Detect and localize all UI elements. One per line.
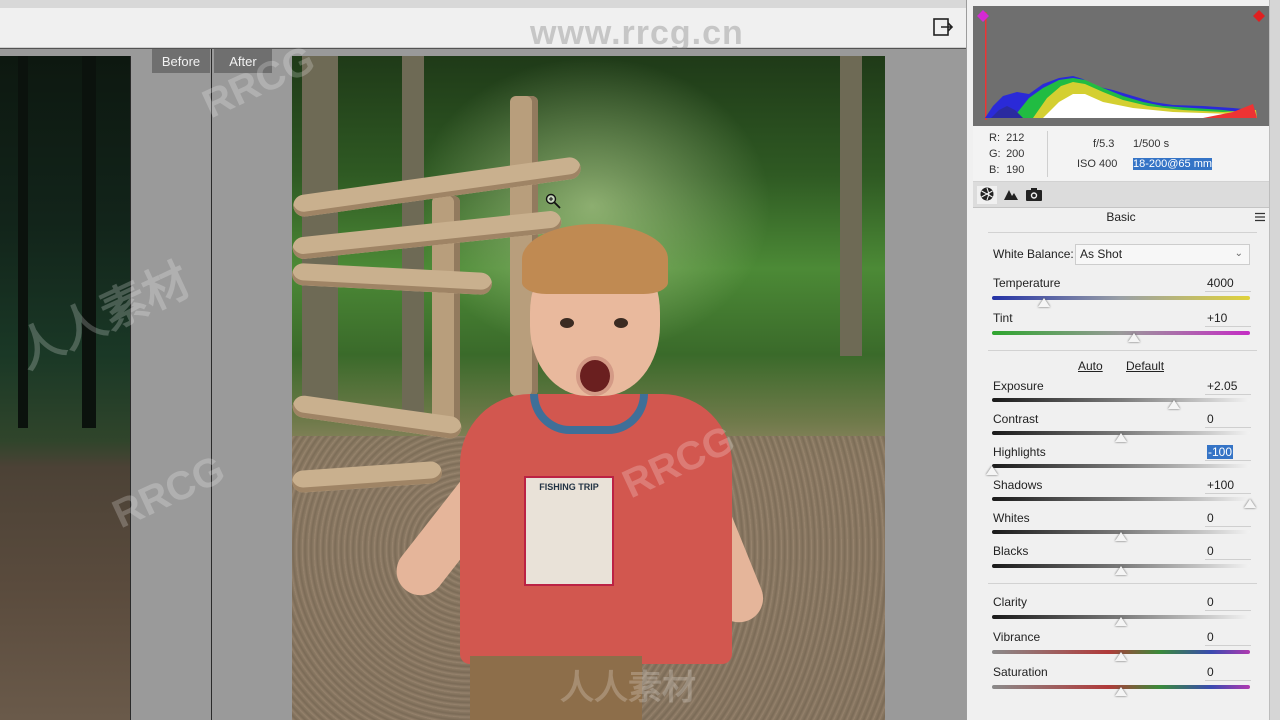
highlights-slider-thumb[interactable]	[986, 466, 998, 475]
temperature-label: Temperature	[993, 276, 1061, 290]
kid-pants	[470, 656, 642, 720]
zoom-cursor-icon	[545, 193, 561, 209]
kid-hair	[522, 224, 668, 294]
top-toolbar: www.rrcg.cn	[0, 8, 966, 52]
shadows-label: Shadows	[993, 478, 1043, 492]
green-readout: G: 200	[989, 148, 1025, 160]
tree-trunk	[82, 56, 96, 428]
blacks-label: Blacks	[993, 544, 1029, 558]
kid-mouth	[576, 356, 614, 396]
contrast-slider-thumb[interactable]	[1115, 433, 1127, 442]
blacks-slider-thumb[interactable]	[1115, 566, 1127, 575]
saturation-field[interactable]: 0	[1205, 665, 1251, 681]
readout-divider	[1047, 131, 1048, 177]
tint-slider[interactable]	[992, 331, 1250, 335]
white-balance-value: As Shot	[1080, 247, 1123, 261]
lens-value: 18-200@65 mm	[1133, 158, 1213, 170]
saturation-slider-thumb[interactable]	[1115, 687, 1127, 696]
highlights-value: -100	[1207, 445, 1234, 459]
exposure-slider-thumb[interactable]	[1167, 400, 1180, 409]
shirt-print: FISHING TRIP	[524, 476, 614, 586]
kid-eye	[614, 318, 628, 328]
highlight-clipping-icon[interactable]	[1252, 9, 1266, 23]
blue-readout: B: 190	[989, 164, 1025, 176]
title-strip	[0, 0, 966, 8]
panel-section-title: Basic	[1106, 210, 1136, 224]
whites-slider-thumb[interactable]	[1115, 532, 1127, 541]
vibrance-slider-thumb[interactable]	[1115, 652, 1127, 661]
default-button[interactable]: Default	[1126, 359, 1164, 373]
exposure-field[interactable]: +2.05	[1205, 379, 1251, 395]
camera-icon[interactable]	[1024, 186, 1044, 204]
contrast-field[interactable]: 0	[1205, 412, 1251, 428]
exposure-slider[interactable]	[992, 398, 1250, 402]
iso-value: ISO 400	[1077, 158, 1118, 170]
panel-divider	[988, 232, 1257, 233]
clarity-field[interactable]: 0	[1205, 595, 1251, 611]
tint-label: Tint	[993, 311, 1013, 325]
auto-button[interactable]: Auto	[1078, 359, 1103, 373]
exposure-label: Exposure	[993, 379, 1044, 393]
camera-raw-window: www.rrcg.cn Before After FISHING TRIP RR…	[0, 0, 1280, 720]
temperature-slider-thumb[interactable]	[1037, 298, 1050, 307]
histogram-graph	[985, 12, 1257, 120]
clarity-slider-thumb[interactable]	[1115, 617, 1127, 626]
white-balance-select[interactable]: As Shot ⌄	[1075, 244, 1250, 265]
clarity-label: Clarity	[993, 595, 1028, 609]
whites-label: Whites	[993, 511, 1030, 525]
highlights-slider[interactable]	[992, 464, 1250, 468]
panel-divider	[988, 583, 1257, 584]
tree-trunk	[18, 56, 28, 428]
temperature-slider[interactable]	[992, 296, 1250, 300]
histogram	[973, 6, 1269, 126]
red-readout: R: 212	[989, 132, 1025, 144]
chevron-down-icon: ⌄	[1234, 248, 1243, 259]
tree-trunk	[840, 56, 862, 356]
shadows-slider-thumb[interactable]	[1244, 499, 1256, 508]
shadows-field[interactable]: +100	[1205, 478, 1251, 494]
shirt-text: FISHING TRIP	[539, 482, 599, 492]
contrast-label: Contrast	[993, 412, 1039, 426]
shutter-value: 1/500 s	[1133, 138, 1170, 150]
temperature-field[interactable]: 4000	[1205, 276, 1251, 292]
after-photo[interactable]: FISHING TRIP	[292, 56, 885, 720]
vibrance-field[interactable]: 0	[1205, 630, 1251, 646]
white-balance-label: White Balance:	[993, 247, 1074, 261]
shadow-clipping-icon[interactable]	[976, 9, 990, 23]
watermark-url: www.rrcg.cn	[530, 14, 744, 52]
tint-slider-thumb[interactable]	[1127, 333, 1140, 342]
whites-field[interactable]: 0	[1205, 511, 1251, 527]
highlights-label: Highlights	[993, 445, 1046, 459]
kid-eye	[560, 318, 574, 328]
exit-fullscreen-icon[interactable]	[932, 16, 954, 38]
panel-scrollbar[interactable]	[1269, 0, 1280, 720]
aperture-value: f/5.3	[1093, 138, 1115, 150]
panel-divider	[988, 350, 1257, 351]
tint-field[interactable]: +10	[1205, 311, 1251, 327]
tab-after[interactable]: After	[214, 49, 272, 73]
tab-before[interactable]: Before	[152, 49, 210, 73]
before-preview[interactable]	[0, 56, 131, 720]
preview-divider	[131, 49, 211, 720]
panel-menu-icon[interactable]	[1254, 212, 1266, 222]
vibrance-label: Vibrance	[993, 630, 1041, 644]
aperture-icon[interactable]	[977, 186, 997, 204]
highlights-field[interactable]: -100	[1205, 445, 1251, 461]
mountain-icon[interactable]	[1001, 186, 1021, 204]
blacks-field[interactable]: 0	[1205, 544, 1251, 560]
shadows-slider[interactable]	[992, 497, 1250, 501]
saturation-label: Saturation	[993, 665, 1048, 679]
